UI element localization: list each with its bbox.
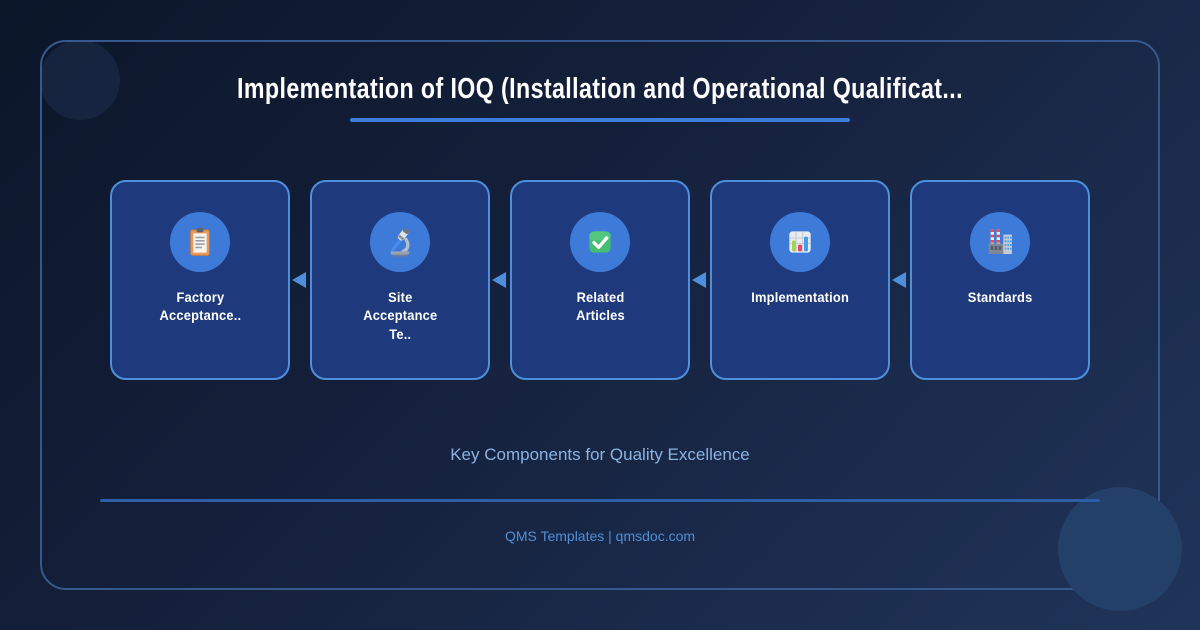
icon-circle [570,212,630,272]
footer-divider [100,499,1100,502]
card-label: Related Articles [575,289,625,324]
card-standards: Standards [910,180,1090,380]
bar-chart-icon [789,231,811,253]
card-label: Factory Acceptance.. [159,289,241,324]
card-factory-acceptance: Factory Acceptance.. [110,180,290,380]
microscope-icon [390,228,410,257]
clipboard-icon [190,227,210,256]
icon-circle [170,212,230,272]
card-label: Implementation [751,289,849,305]
icon-circle [370,212,430,272]
card-related-articles: Related Articles [510,180,690,380]
og-card: Implementation of IOQ (Installation and … [0,0,1200,630]
card-label: Standards [967,289,1033,305]
icon-circle [970,212,1030,272]
icon-circle [770,212,830,272]
page-title: Implementation of IOQ (Installation and … [237,73,963,105]
factory-icon [988,229,1012,254]
left-arrow-icon [692,272,706,288]
left-arrow-icon [892,272,906,288]
title-underline [350,118,850,122]
subtitle: Key Components for Quality Excellence [450,445,750,464]
left-arrow-icon [292,272,306,288]
check-mark-icon [589,231,611,253]
footer-text: QMS Templates | qmsdoc.com [504,528,696,544]
left-arrow-icon [492,272,506,288]
decor-circle-bottom-right [1058,487,1182,611]
card-implementation: Implementation [710,180,890,380]
card-label: Site Acceptance Te.. [362,289,438,342]
card-site-acceptance: Site Acceptance Te.. [310,180,490,380]
component-cards-row: Factory Acceptance.. Site Acceptance Te.… [110,180,1090,380]
